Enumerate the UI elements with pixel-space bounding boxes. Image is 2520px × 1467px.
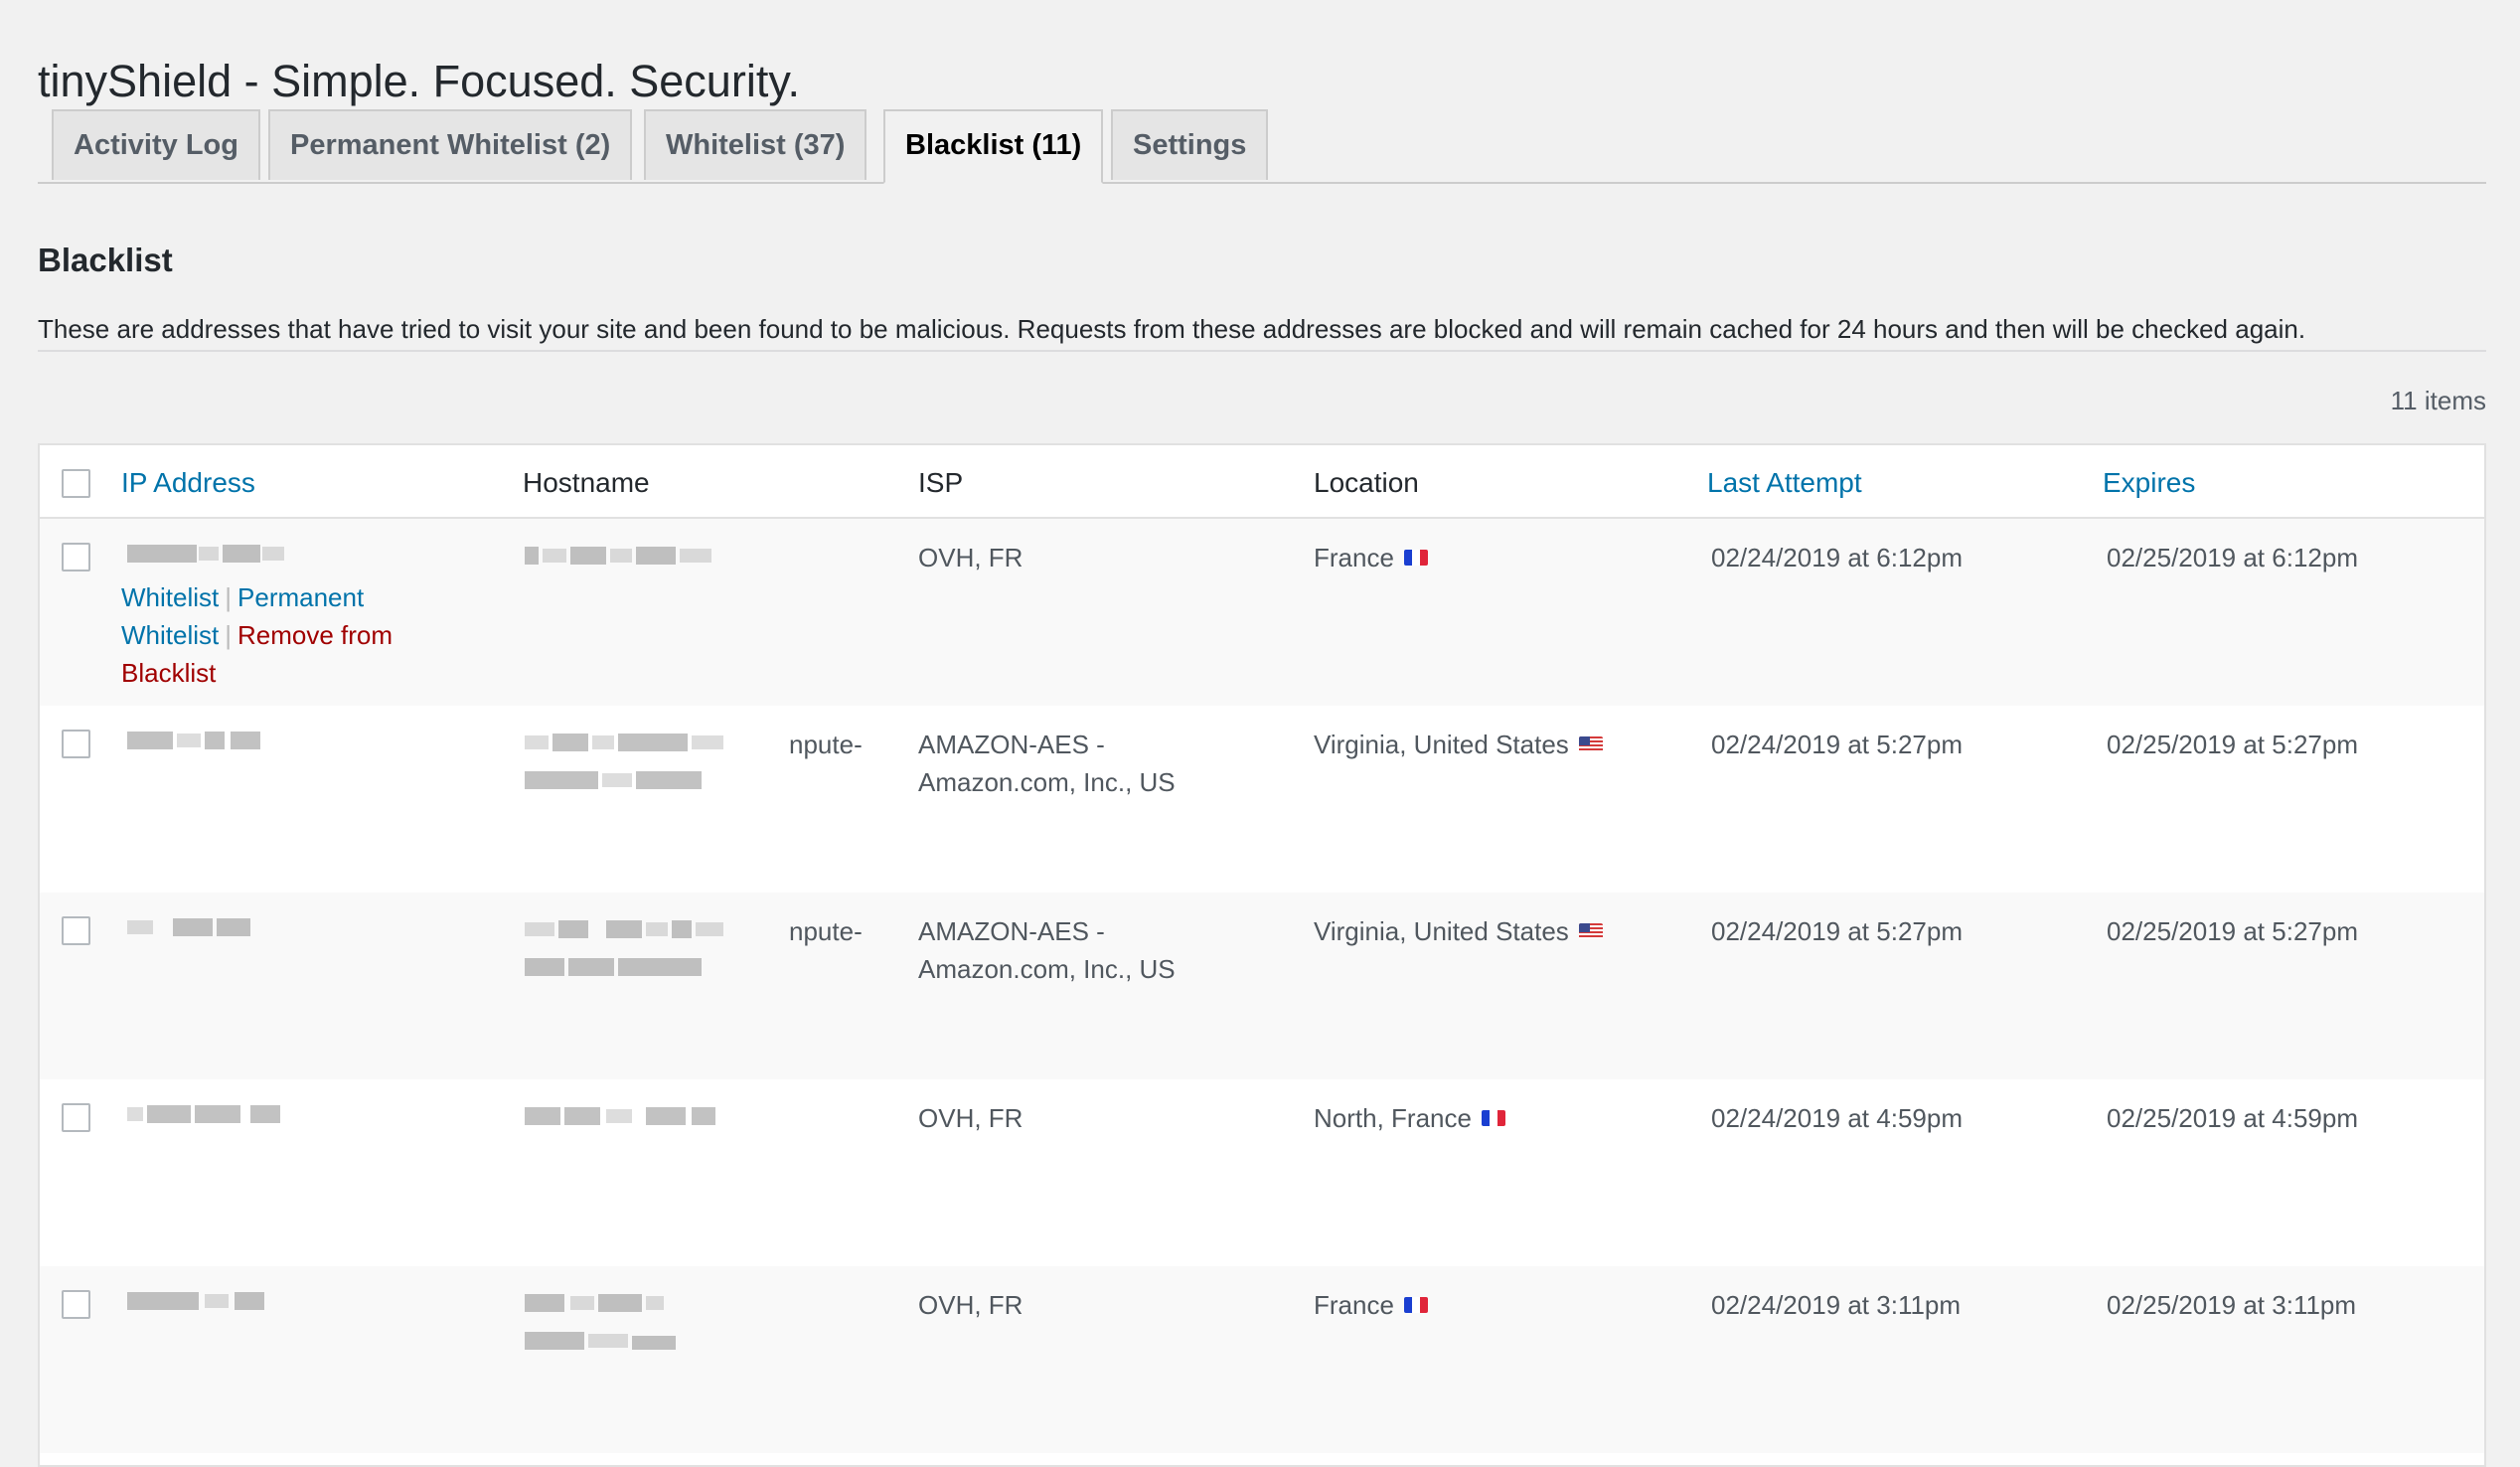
row-checkbox[interactable] bbox=[62, 1290, 90, 1319]
location-cell: Virginia, United States bbox=[1314, 912, 1603, 950]
tab-whitelist[interactable]: Whitelist (37) bbox=[644, 109, 867, 180]
location-cell: France bbox=[1314, 539, 1428, 576]
location-cell: Virginia, United States bbox=[1314, 726, 1603, 763]
blacklist-table: IP Address Hostname ISP Location Last At… bbox=[38, 443, 2486, 1467]
row-checkbox[interactable] bbox=[62, 1103, 90, 1132]
isp-cell: AMAZON-AES - Amazon.com, Inc., US bbox=[918, 916, 1176, 984]
expires-cell: 02/25/2019 at 5:27pm bbox=[2107, 916, 2358, 946]
column-location: Location bbox=[1314, 467, 1419, 498]
expires-cell: 02/25/2019 at 4:59pm bbox=[2107, 1103, 2358, 1133]
row-checkbox[interactable] bbox=[62, 916, 90, 945]
separator: | bbox=[225, 582, 233, 612]
column-ip-address[interactable]: IP Address bbox=[121, 467, 255, 499]
page-title: tinyShield - Simple. Focused. Security. bbox=[38, 56, 800, 107]
separator: | bbox=[225, 620, 233, 650]
isp-cell: OVH, FR bbox=[918, 1103, 1024, 1133]
last-attempt-cell: 02/24/2019 at 6:12pm bbox=[1711, 543, 1963, 572]
section-title: Blacklist bbox=[38, 242, 173, 279]
france-flag-icon bbox=[1481, 1110, 1505, 1127]
row-checkbox[interactable] bbox=[62, 730, 90, 758]
section-description: These are addresses that have tried to v… bbox=[38, 314, 2306, 344]
row-checkbox[interactable] bbox=[62, 543, 90, 571]
last-attempt-cell: 02/24/2019 at 3:11pm bbox=[1711, 1290, 1962, 1320]
column-last-attempt[interactable]: Last Attempt bbox=[1707, 467, 1862, 499]
select-all-checkbox[interactable] bbox=[62, 469, 90, 498]
tab-settings[interactable]: Settings bbox=[1111, 109, 1269, 180]
last-attempt-cell: 02/24/2019 at 5:27pm bbox=[1711, 730, 1963, 759]
france-flag-icon bbox=[1403, 1297, 1428, 1314]
table-row: npute- AMAZON-AES - Amazon.com, Inc., US… bbox=[40, 706, 2484, 893]
table-row: Whitelist | Permanent Whitelist | Remove fro… bbox=[40, 519, 2484, 706]
location-cell: North, France bbox=[1314, 1099, 1505, 1137]
tab-blacklist[interactable]: Blacklist (11) bbox=[883, 109, 1104, 184]
column-isp: ISP bbox=[918, 467, 964, 498]
whitelist-link[interactable]: Whitelist bbox=[121, 582, 219, 612]
table-row: OVH, FR North, France 02/24/2019 at 4:59… bbox=[40, 1079, 2484, 1266]
items-count: 11 items bbox=[2390, 386, 2486, 415]
nav-tabs: Activity Log Permanent Whitelist (2) Whi… bbox=[38, 109, 2486, 184]
location-text: France bbox=[1314, 543, 1394, 572]
tab-permanent-whitelist[interactable]: Permanent Whitelist (2) bbox=[268, 109, 633, 180]
expires-cell: 02/25/2019 at 5:27pm bbox=[2107, 730, 2358, 759]
table-row: OVH, FR France 02/24/2019 at 3:11pm 02/2… bbox=[40, 1266, 2484, 1453]
location-text: Virginia, United States bbox=[1314, 916, 1569, 946]
hostname-partial: npute- bbox=[789, 730, 863, 759]
france-flag-icon bbox=[1403, 550, 1428, 567]
divider bbox=[38, 350, 2486, 352]
isp-cell: OVH, FR bbox=[918, 1290, 1024, 1320]
last-attempt-cell: 02/24/2019 at 4:59pm bbox=[1711, 1103, 1963, 1133]
expires-cell: 02/25/2019 at 3:11pm bbox=[2107, 1290, 2357, 1320]
us-flag-icon bbox=[1578, 923, 1603, 940]
location-text: France bbox=[1314, 1290, 1394, 1320]
column-expires[interactable]: Expires bbox=[2103, 467, 2195, 499]
location-text: Virginia, United States bbox=[1314, 730, 1569, 759]
table-row: npute- AMAZON-AES - Amazon.com, Inc., US… bbox=[40, 893, 2484, 1079]
expires-cell: 02/25/2019 at 6:12pm bbox=[2107, 543, 2358, 572]
us-flag-icon bbox=[1578, 736, 1603, 753]
last-attempt-cell: 02/24/2019 at 5:27pm bbox=[1711, 916, 1963, 946]
isp-cell: OVH, FR bbox=[918, 543, 1024, 572]
column-hostname: Hostname bbox=[523, 467, 650, 498]
row-actions: Whitelist | Permanent Whitelist | Remove fro… bbox=[121, 578, 419, 692]
location-cell: France bbox=[1314, 1286, 1428, 1324]
isp-cell: AMAZON-AES - Amazon.com, Inc., US bbox=[918, 730, 1176, 797]
tab-activity-log[interactable]: Activity Log bbox=[52, 109, 260, 180]
hostname-partial: npute- bbox=[789, 916, 863, 946]
table-header: IP Address Hostname ISP Location Last At… bbox=[40, 445, 2484, 519]
location-text: North, France bbox=[1314, 1103, 1472, 1133]
